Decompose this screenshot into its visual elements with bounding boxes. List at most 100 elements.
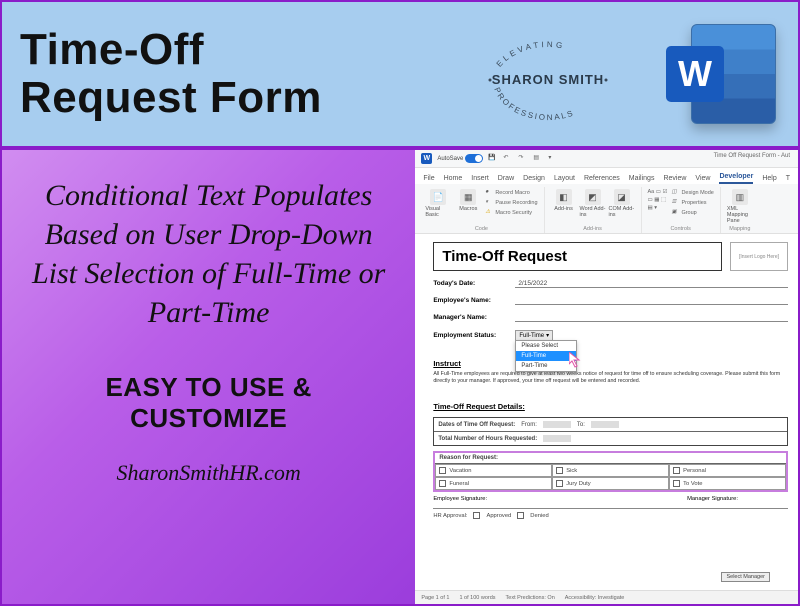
checkbox-icon[interactable] bbox=[673, 480, 680, 487]
macro-security-button[interactable]: ⚠Macro Security bbox=[485, 209, 537, 217]
ctrl-icon[interactable]: Aa ▭ ☑ bbox=[648, 189, 668, 195]
tab-draw[interactable]: Draw bbox=[498, 175, 514, 184]
promo-description: Conditional Text Populates Based on User… bbox=[20, 176, 397, 332]
select-manager-dropdown[interactable]: Select Manager bbox=[721, 572, 770, 582]
tab-help[interactable]: Help bbox=[762, 175, 776, 184]
tab-view[interactable]: View bbox=[695, 175, 710, 184]
tab-developer[interactable]: Developer bbox=[719, 173, 753, 184]
from-input[interactable] bbox=[543, 421, 571, 428]
tab-design[interactable]: Design bbox=[523, 175, 545, 184]
reason-box: Reason for Request: Vacation Sick Person… bbox=[433, 451, 788, 492]
document-canvas: Time-Off Request [Insert Logo Here] Toda… bbox=[415, 234, 798, 521]
checkbox-icon[interactable] bbox=[473, 512, 480, 519]
document-filename: Time Off Request Form - Aut bbox=[714, 153, 790, 159]
word-titlebar: W AutoSave 💾 ↶ ↷ ▤ ▾ Time Off Request Fo… bbox=[415, 150, 798, 168]
checkbox-icon[interactable] bbox=[556, 467, 563, 474]
promo-left: Conditional Text Populates Based on User… bbox=[2, 150, 415, 604]
details-heading: Time-Off Request Details: bbox=[433, 402, 788, 411]
reason-vacation[interactable]: Vacation bbox=[435, 464, 552, 477]
cursor-icon bbox=[569, 352, 583, 368]
dates-label: Dates of Time Off Request: bbox=[438, 422, 515, 428]
to-label: To: bbox=[577, 422, 585, 428]
promo-banner: Time-Off Request Form ELEVATING PROFESSI… bbox=[2, 2, 798, 150]
toggle-switch-icon[interactable] bbox=[465, 154, 483, 163]
checkbox-icon[interactable] bbox=[439, 467, 446, 474]
ctrl-icon[interactable]: ▤ ▾ bbox=[648, 205, 668, 211]
qat-icon[interactable]: ▾ bbox=[548, 154, 558, 164]
word-count[interactable]: 1 of 100 words bbox=[459, 595, 495, 601]
svg-text:SHARON SMITH: SHARON SMITH bbox=[492, 72, 604, 87]
text-predictions[interactable]: Text Predictions: On bbox=[506, 595, 555, 601]
ribbon-group-addins: ◧Add-ins ◩Word Add-ins ◪COM Add-ins Add-… bbox=[545, 187, 642, 233]
employee-signature-label: Employee Signature: bbox=[433, 496, 487, 502]
status-bar: Page 1 of 1 1 of 100 words Text Predicti… bbox=[415, 590, 798, 604]
status-label: Employment Status: bbox=[433, 332, 515, 339]
macros-button[interactable]: ▦Macros bbox=[455, 189, 481, 218]
ribbon-group-controls: Aa ▭ ☑ ▭ ▦ ⬚ ▤ ▾ ◫Design Mode ☰Propertie… bbox=[642, 187, 721, 233]
reason-funeral[interactable]: Funeral bbox=[435, 477, 552, 490]
qat-icon[interactable]: ▤ bbox=[533, 154, 543, 164]
employee-label: Employee's Name: bbox=[433, 297, 515, 304]
tab-insert[interactable]: Insert bbox=[471, 175, 489, 184]
checkbox-icon[interactable] bbox=[517, 512, 524, 519]
hours-input[interactable] bbox=[543, 435, 571, 442]
addins-button[interactable]: ◧Add-ins bbox=[551, 189, 577, 218]
word-app-icon: W bbox=[666, 24, 776, 124]
callout-l2: CUSTOMIZE bbox=[105, 403, 311, 434]
tab-mailings[interactable]: Mailings bbox=[629, 175, 655, 184]
svg-text:PROFESSIONALS: PROFESSIONALS bbox=[492, 86, 575, 122]
approved-label: Approved bbox=[486, 513, 511, 519]
checkbox-icon[interactable] bbox=[673, 467, 680, 474]
reason-heading: Reason for Request: bbox=[435, 453, 786, 464]
checkbox-icon[interactable] bbox=[439, 480, 446, 487]
employee-input[interactable] bbox=[515, 296, 788, 305]
pause-recording-button[interactable]: ⏸Pause Recording bbox=[485, 199, 537, 207]
tab-references[interactable]: References bbox=[584, 175, 620, 184]
word-addins-button[interactable]: ◩Word Add-ins bbox=[580, 189, 606, 218]
tab-file[interactable]: File bbox=[423, 175, 434, 184]
accessibility-status[interactable]: Accessibility: Investigate bbox=[565, 595, 625, 601]
ctrl-icon[interactable]: ▭ ▦ ⬚ bbox=[648, 197, 668, 203]
ribbon-group-mapping: ▥XML Mapping Pane Mapping bbox=[721, 187, 759, 233]
visual-basic-button[interactable]: 📄Visual Basic bbox=[425, 189, 451, 218]
logo-placeholder[interactable]: [Insert Logo Here] bbox=[730, 242, 788, 271]
reason-personal[interactable]: Personal bbox=[669, 464, 786, 477]
date-value[interactable]: 2/15/2022 bbox=[515, 279, 788, 288]
tab-extra[interactable]: T bbox=[786, 175, 790, 184]
undo-icon[interactable]: ↶ bbox=[503, 154, 513, 164]
tab-home[interactable]: Home bbox=[444, 175, 463, 184]
com-addins-button[interactable]: ◪COM Add-ins bbox=[609, 189, 635, 218]
manager-input[interactable] bbox=[515, 313, 788, 322]
group-label-mapping: Mapping bbox=[721, 226, 759, 232]
tab-layout[interactable]: Layout bbox=[554, 175, 575, 184]
to-input[interactable] bbox=[591, 421, 619, 428]
reason-vote[interactable]: To Vote bbox=[669, 477, 786, 490]
instructions-text: All Full-Time employees are required to … bbox=[433, 371, 788, 384]
reason-jury[interactable]: Jury Duty bbox=[552, 477, 669, 490]
dd-option-please-select[interactable]: Please Select bbox=[516, 341, 576, 351]
hr-approval-label: HR Approval: bbox=[433, 513, 467, 519]
xml-mapping-button[interactable]: ▥XML Mapping Pane bbox=[727, 189, 753, 224]
properties-button[interactable]: ☰Properties bbox=[671, 199, 713, 207]
reason-sick[interactable]: Sick bbox=[552, 464, 669, 477]
record-macro-button[interactable]: ⏺Record Macro bbox=[485, 189, 537, 197]
employment-status-row: Employment Status: Full-Time ▾ Please Se… bbox=[433, 330, 788, 341]
word-small-icon: W bbox=[421, 153, 432, 164]
instructions-heading: Instruct bbox=[433, 359, 788, 368]
dd-option-part-time[interactable]: Part-Time bbox=[516, 361, 576, 371]
title-line1: Time-Off bbox=[20, 26, 322, 74]
tab-review[interactable]: Review bbox=[663, 175, 686, 184]
promo-title: Time-Off Request Form bbox=[20, 26, 322, 123]
status-dropdown-menu: Please Select Full-Time Part-Time bbox=[515, 340, 577, 372]
autosave-toggle[interactable]: AutoSave bbox=[437, 154, 483, 163]
page-indicator[interactable]: Page 1 of 1 bbox=[421, 595, 449, 601]
save-icon[interactable]: 💾 bbox=[488, 154, 498, 164]
ribbon-tabs: File Home Insert Draw Design Layout Refe… bbox=[415, 168, 798, 184]
redo-icon[interactable]: ↷ bbox=[518, 154, 528, 164]
manager-label: Manager's Name: bbox=[433, 314, 515, 321]
checkbox-icon[interactable] bbox=[556, 480, 563, 487]
group-label-code: Code bbox=[419, 226, 543, 232]
group-button[interactable]: ▣Group bbox=[671, 209, 713, 217]
design-mode-button[interactable]: ◫Design Mode bbox=[671, 189, 713, 197]
dd-option-full-time[interactable]: Full-Time bbox=[516, 351, 576, 361]
